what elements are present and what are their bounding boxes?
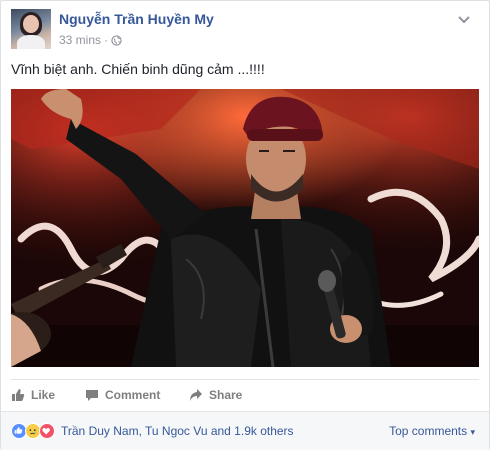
share-button[interactable]: Share <box>189 388 242 402</box>
post-text: Vĩnh biệt anh. Chiến binh dũng cảm ...!!… <box>11 61 265 77</box>
like-label: Like <box>31 388 56 402</box>
post-actions: Like Comment Share <box>11 379 479 411</box>
reaction-summary: Trần Duy Nam, Tu Ngoc Vu and 1.9k others… <box>1 411 489 450</box>
top-comments-label: Top comments <box>389 424 468 438</box>
comment-label: Comment <box>105 388 161 402</box>
post-card: Nguyễn Trần Huyền My 33 mins · Vĩnh biệt… <box>0 0 490 450</box>
post-photo[interactable] <box>11 89 479 367</box>
globe-icon[interactable] <box>111 34 122 46</box>
post-header: Nguyễn Trần Huyền My 33 mins · <box>11 9 479 51</box>
like-button[interactable]: Like <box>11 388 55 402</box>
top-comments-dropdown[interactable]: Top comments ▾ <box>389 424 475 438</box>
thumbs-up-icon <box>12 389 25 401</box>
caret-down-icon: ▾ <box>470 427 475 437</box>
love-icon <box>39 423 55 439</box>
comment-button[interactable]: Comment <box>85 388 160 402</box>
post-meta: 33 mins · <box>59 33 122 47</box>
post-timestamp[interactable]: 33 mins <box>59 33 101 47</box>
comment-icon <box>86 390 98 401</box>
reaction-icons[interactable] <box>11 423 55 439</box>
share-arrow-icon <box>190 389 202 401</box>
likers-text[interactable]: Trần Duy Nam, Tu Ngoc Vu and 1.9k others <box>61 424 294 438</box>
author-name[interactable]: Nguyễn Trần Huyền My <box>59 11 214 27</box>
share-label: Share <box>209 388 243 402</box>
concert-photo-illustration <box>11 89 479 367</box>
meta-separator: · <box>104 33 109 47</box>
chevron-down-icon[interactable] <box>457 15 471 25</box>
author-avatar[interactable] <box>11 9 51 49</box>
